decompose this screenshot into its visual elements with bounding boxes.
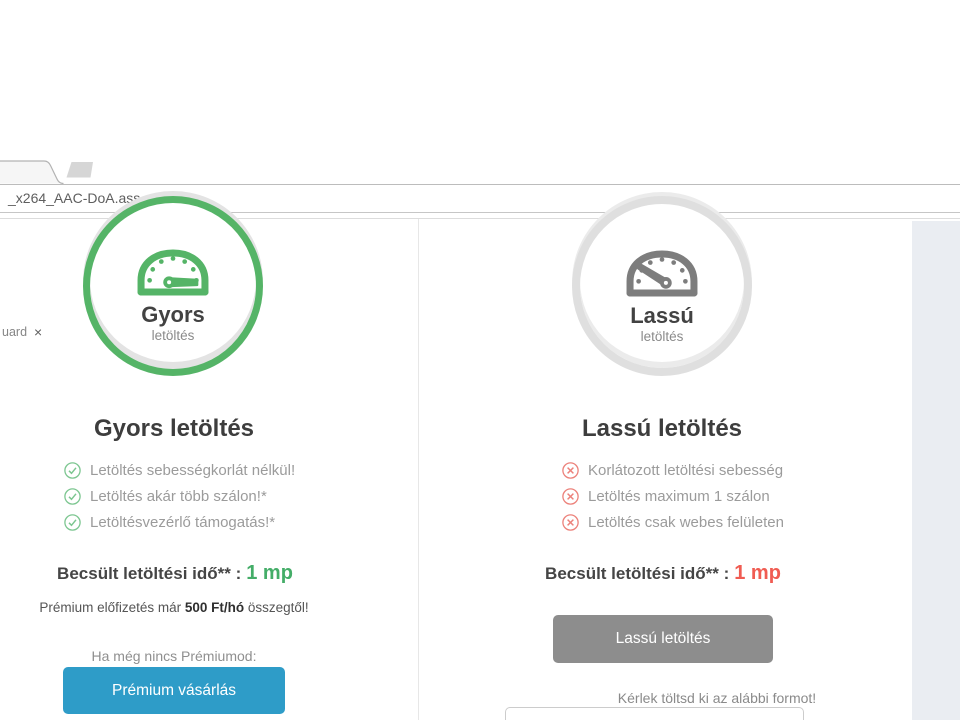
x-circle-icon — [562, 514, 579, 531]
slow-estimate-line: Becsült letöltési idő** : 1 mp — [508, 562, 818, 585]
slow-circle-subtitle: letöltés — [580, 329, 744, 344]
promo-suffix: összegtől! — [244, 600, 309, 615]
list-item-label: Letöltésvezérlő támogatás!* — [90, 514, 275, 531]
speedometer-fast-icon — [134, 246, 212, 299]
tab-close-icon[interactable]: × — [34, 321, 42, 343]
slow-feature-list: Korlátozott letöltési sebesség Letöltés … — [562, 462, 784, 540]
fast-download-circle: Gyors letöltés — [83, 196, 263, 376]
list-item-label: Letöltés csak webes felületen — [588, 514, 784, 531]
list-item-label: Letöltés maximum 1 szálon — [588, 488, 770, 505]
column-divider — [418, 219, 419, 720]
form-input[interactable] — [505, 707, 804, 720]
form-instruction-text: Kérlek töltsd ki az alábbi formot! — [567, 690, 867, 706]
list-item-label: Letöltés akár több szálon!* — [90, 488, 267, 505]
list-item-label: Letöltés sebességkorlát nélkül! — [90, 462, 295, 479]
fast-circle-title: Gyors — [90, 302, 256, 328]
address-bar-text[interactable]: _x264_AAC-DoA.ass — [8, 185, 140, 212]
list-item: Letöltés sebességkorlát nélkül! — [64, 462, 295, 479]
browser-tab-title[interactable]: uard — [2, 321, 27, 343]
list-item: Letöltésvezérlő támogatás!* — [64, 514, 295, 531]
slow-download-button[interactable]: Lassú letöltés — [553, 615, 773, 663]
slow-download-circle: Lassú letöltés — [572, 196, 752, 376]
download-page: uard × _x264_AAC-DoA.ass Gyors — [0, 0, 960, 720]
estimate-value: 1 mp — [734, 562, 781, 584]
check-circle-icon — [64, 488, 81, 505]
x-circle-icon — [562, 462, 579, 479]
slow-circle-title: Lassú — [580, 303, 744, 329]
slow-heading: Lassú letöltés — [512, 415, 812, 443]
list-item-label: Korlátozott letöltési sebesség — [588, 462, 783, 479]
list-item: Letöltés csak webes felületen — [562, 514, 784, 531]
estimate-label: Becsült letöltési idő** : — [57, 564, 241, 583]
fast-heading: Gyors letöltés — [24, 415, 324, 443]
estimate-value: 1 mp — [246, 562, 293, 584]
premium-purchase-button[interactable]: Prémium vásárlás — [63, 667, 285, 714]
list-item: Korlátozott letöltési sebesség — [562, 462, 784, 479]
page-background-strip — [912, 221, 960, 720]
promo-price: 500 Ft/hó — [185, 600, 244, 615]
fast-feature-list: Letöltés sebességkorlát nélkül! Letöltés… — [64, 462, 295, 540]
check-circle-icon — [64, 462, 81, 479]
check-circle-icon — [64, 514, 81, 531]
promo-prefix: Prémium előfizetés már — [39, 600, 185, 615]
no-premium-text: Ha még nincs Prémiumod: — [24, 648, 324, 664]
fast-estimate-line: Becsült letöltési idő** : 1 mp — [20, 562, 330, 585]
list-item: Letöltés akár több szálon!* — [64, 488, 295, 505]
list-item: Letöltés maximum 1 szálon — [562, 488, 784, 505]
new-tab-button-shape — [67, 162, 94, 178]
browser-tab-bar: uard × — [0, 160, 960, 184]
x-circle-icon — [562, 488, 579, 505]
estimate-label: Becsült letöltési idő** : — [545, 564, 729, 583]
fast-circle-subtitle: letöltés — [90, 328, 256, 343]
tab-shapes — [0, 160, 110, 184]
premium-promo-text: Prémium előfizetés már 500 Ft/hó összegt… — [4, 600, 344, 615]
speedometer-slow-icon — [623, 247, 701, 300]
